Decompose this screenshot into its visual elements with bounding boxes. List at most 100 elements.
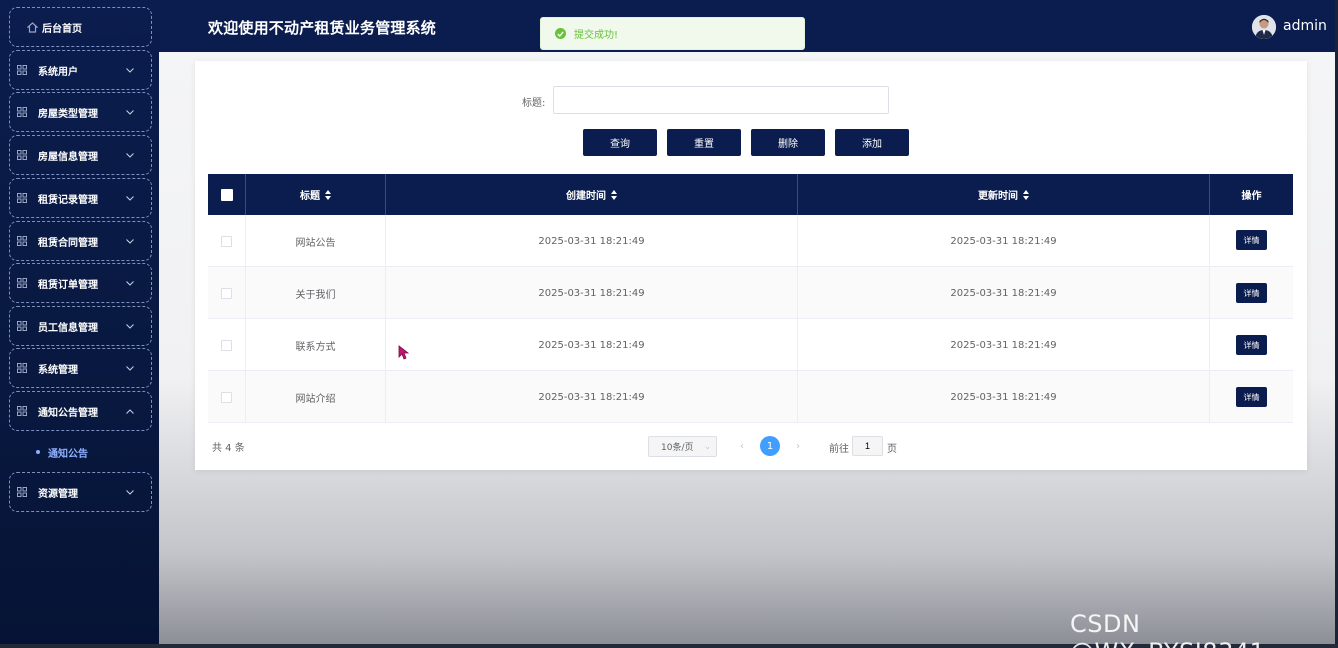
sidebar-item-label: 租赁记录管理 [38,194,98,206]
cell-title: 网站介绍 [246,371,386,423]
column-header-updated[interactable]: 更新时间 [798,174,1210,215]
sidebar-item-staff-info[interactable]: 员工信息管理 [9,306,152,346]
grid-icon [16,64,28,76]
reset-button[interactable]: 重置 [667,129,741,156]
row-checkbox[interactable] [221,235,232,247]
goto-page-input[interactable] [852,436,883,456]
cell-actions: 详情 [1210,371,1293,423]
page-number-current[interactable]: 1 [760,436,780,456]
select-all-checkbox[interactable] [220,188,233,201]
sidebar-item-resource-manage[interactable]: 资源管理 [9,472,152,512]
cell-updated: 2025-03-31 18:21:49 [798,267,1210,319]
select-all-cell [208,174,246,215]
chevron-down-icon [123,489,137,495]
grid-icon [16,277,28,289]
watermark: CSDN @WX_BYSJ8341 [1070,610,1265,648]
detail-button[interactable]: 详情 [1236,230,1267,250]
cell-title: 联系方式 [246,319,386,371]
sidebar-item-lease-orders[interactable]: 租赁订单管理 [9,263,152,303]
chevron-down-icon [123,323,137,329]
toast-message: 提交成功! [574,30,619,41]
sidebar: 后台首页 系统用户 房屋类型管理 房屋信息管理 租赁记录管理 租赁合同管理 租赁… [0,0,159,648]
next-page-button[interactable]: › [790,437,806,455]
cell-actions: 详情 [1210,215,1293,267]
sidebar-subitem-label: 通知公告 [48,448,88,460]
cell-actions: 详情 [1210,319,1293,371]
sidebar-item-house-info[interactable]: 房屋信息管理 [9,135,152,175]
table-row: 网站介绍 2025-03-31 18:21:49 2025-03-31 18:2… [208,371,1293,423]
chevron-down-icon [123,67,137,73]
sidebar-item-label: 通知公告管理 [38,407,98,419]
column-header-actions: 操作 [1210,174,1293,215]
column-header-label: 操作 [1241,191,1262,202]
column-header-label: 创建时间 [566,191,606,202]
chevron-down-icon [123,365,137,371]
sort-icon[interactable] [1023,189,1029,200]
sidebar-item-label: 租赁订单管理 [38,279,98,291]
row-checkbox[interactable] [221,287,232,299]
cell-updated: 2025-03-31 18:21:49 [798,319,1210,371]
row-checkbox[interactable] [221,339,232,351]
chevron-down-icon [123,152,137,158]
chevron-down-icon [123,195,137,201]
column-header-title[interactable]: 标题 [246,174,386,215]
sort-icon[interactable] [325,189,331,200]
query-button[interactable]: 查询 [583,129,657,156]
sidebar-item-system-users[interactable]: 系统用户 [9,50,152,90]
row-checkbox[interactable] [221,391,232,403]
chevron-down-icon [123,280,137,286]
delete-button[interactable]: 删除 [751,129,825,156]
grid-icon [16,106,28,118]
sidebar-item-label: 系统管理 [38,364,78,376]
sidebar-item-system-manage[interactable]: 系统管理 [9,348,152,388]
detail-button[interactable]: 详情 [1236,283,1267,303]
sidebar-item-label: 后台首页 [42,23,82,35]
chevron-down-icon [123,109,137,115]
sidebar-item-label: 租赁合同管理 [38,237,98,249]
sidebar-item-label: 系统用户 [38,66,78,78]
chevron-down-icon: ⌄ [704,442,711,451]
grid-icon [16,320,28,332]
add-button[interactable]: 添加 [835,129,909,156]
sidebar-item-label: 房屋信息管理 [38,151,98,163]
row-check-cell [208,319,246,371]
cell-created: 2025-03-31 18:21:49 [386,267,798,319]
detail-button[interactable]: 详情 [1236,335,1267,355]
cell-created: 2025-03-31 18:21:49 [386,215,798,267]
detail-button[interactable]: 详情 [1236,387,1267,407]
title-search-input[interactable] [553,86,889,114]
total-count: 共 4 条 [212,443,245,454]
grid-icon [16,362,28,374]
sidebar-item-house-types[interactable]: 房屋类型管理 [9,92,152,132]
sidebar-item-label: 房屋类型管理 [38,108,98,120]
bullet-dot [36,450,40,454]
table-header: 标题 创建时间 更新时间 操作 [208,174,1293,215]
avatar[interactable] [1252,15,1276,39]
sidebar-item-lease-records[interactable]: 租赁记录管理 [9,178,152,218]
sidebar-item-home[interactable]: 后台首页 [9,7,152,47]
goto-unit: 页 [887,444,897,455]
sidebar-subitem-notice[interactable]: 通知公告 [36,444,88,460]
cell-created: 2025-03-31 18:21:49 [386,319,798,371]
cell-updated: 2025-03-31 18:21:49 [798,215,1210,267]
sidebar-item-lease-contracts[interactable]: 租赁合同管理 [9,221,152,261]
cell-title: 关于我们 [246,267,386,319]
title-search-label: 标题: [522,98,546,109]
success-toast: 提交成功! [540,17,805,50]
grid-icon [16,486,28,498]
prev-page-button[interactable]: ‹ [734,437,750,455]
page-size-value: 10条/页 [661,443,694,453]
table-row: 网站公告 2025-03-31 18:21:49 2025-03-31 18:2… [208,215,1293,267]
sort-icon[interactable] [611,189,617,200]
page-size-select[interactable]: 10条/页 ⌄ [648,436,717,457]
row-check-cell [208,371,246,423]
check-circle-icon [555,28,566,39]
grid-icon [16,405,28,417]
username[interactable]: admin [1283,18,1327,34]
cell-actions: 详情 [1210,267,1293,319]
sidebar-item-notice-manage[interactable]: 通知公告管理 [9,391,152,431]
column-header-label: 标题 [300,191,320,202]
column-header-created[interactable]: 创建时间 [386,174,798,215]
goto-label: 前往 [829,444,849,455]
chevron-up-icon [123,408,137,414]
